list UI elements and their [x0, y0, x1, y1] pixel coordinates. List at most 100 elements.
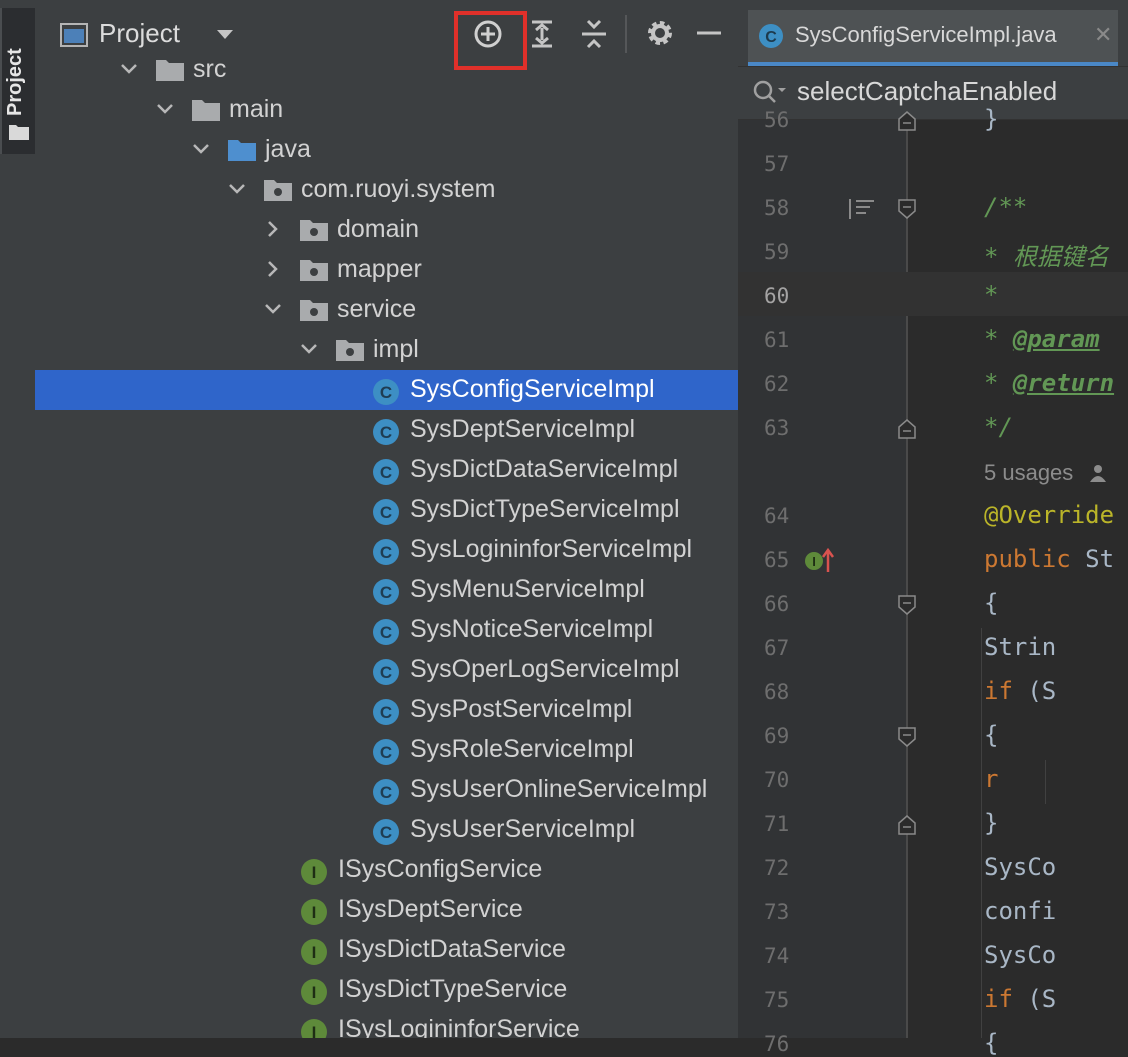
search-input[interactable]: selectCaptchaEnabled: [797, 76, 1057, 107]
tree-row[interactable]: main: [35, 90, 738, 130]
code-line: if (S: [984, 677, 1056, 705]
search-icon[interactable]: [752, 79, 788, 105]
code-token: r: [984, 765, 999, 793]
line-number: 74: [764, 944, 790, 968]
tree-row[interactable]: C SysDeptServiceImpl: [35, 410, 738, 450]
indent-guide: [1045, 760, 1046, 804]
fold-marker-icon[interactable]: [898, 815, 916, 835]
chevron-down-icon[interactable]: [192, 140, 210, 158]
class-icon: C: [373, 459, 399, 485]
tree-row[interactable]: impl: [35, 330, 738, 370]
line-number: 63: [764, 416, 790, 440]
package-icon: [336, 340, 364, 361]
select-opened-file-icon[interactable]: [472, 18, 504, 50]
tree-row[interactable]: C SysMenuServiceImpl: [35, 570, 738, 610]
tree-row[interactable]: C SysNoticeServiceImpl: [35, 610, 738, 650]
tree-item-label: impl: [373, 335, 419, 363]
chevron-right-icon[interactable]: [264, 260, 282, 278]
chevron-down-icon[interactable]: [156, 100, 174, 118]
svg-text:C: C: [380, 383, 392, 402]
tree-item-label: ISysDictDataService: [338, 935, 566, 963]
code-token: * 根据键名: [984, 243, 1109, 271]
code-token: {: [984, 589, 999, 617]
svg-text:C: C: [380, 423, 392, 442]
tree-row[interactable]: I ISysDeptService: [35, 890, 738, 930]
tree-row[interactable]: C SysConfigServiceImpl: [35, 370, 738, 410]
tree-row[interactable]: I ISysConfigService: [35, 850, 738, 890]
fold-marker-icon[interactable]: [898, 111, 916, 131]
fold-marker-icon[interactable]: [898, 419, 916, 439]
class-icon: C: [373, 579, 399, 605]
header-divider: [625, 15, 627, 53]
tree-row[interactable]: I ISysDictDataService: [35, 930, 738, 970]
collapse-all-icon[interactable]: [580, 18, 608, 50]
author-icon: [1090, 465, 1107, 482]
editor-pane: C SysConfigServiceImpl.java ✕ selectCapt…: [738, 0, 1128, 1057]
project-tool-window-tab[interactable]: Project: [0, 8, 35, 154]
implements-method-icon[interactable]: I: [804, 548, 834, 574]
code-line: }: [984, 105, 998, 133]
tree-row[interactable]: C SysLogininforServiceImpl: [35, 530, 738, 570]
code-line: confi: [984, 897, 1056, 925]
code-token: confi: [984, 897, 1057, 925]
folder-icon: [9, 125, 29, 140]
expand-all-icon[interactable]: [530, 18, 554, 50]
line-number: 62: [764, 372, 790, 396]
tree-row[interactable]: C SysDictTypeServiceImpl: [35, 490, 738, 530]
tree-row[interactable]: com.ruoyi.system: [35, 170, 738, 210]
chevron-down-icon[interactable]: [215, 28, 235, 42]
tree-row[interactable]: java: [35, 130, 738, 170]
fold-marker-icon[interactable]: [898, 595, 916, 615]
code-line: * @param: [984, 325, 1100, 353]
interface-icon: I: [301, 979, 327, 1005]
tree-row[interactable]: domain: [35, 210, 738, 250]
code-line: {: [984, 1029, 998, 1057]
tree-row[interactable]: I ISysDictTypeService: [35, 970, 738, 1010]
tree-item-label: ISysDictTypeService: [338, 975, 568, 1003]
tree-row[interactable]: I ISysLogininforService: [35, 1010, 738, 1038]
chevron-down-icon[interactable]: [228, 180, 246, 198]
fold-marker-icon[interactable]: [898, 199, 916, 219]
chevron-down-icon[interactable]: [264, 300, 282, 318]
svg-text:I: I: [312, 903, 317, 922]
minimize-icon[interactable]: [696, 18, 722, 48]
class-icon: C: [373, 739, 399, 765]
usages-hint[interactable]: 5 usages: [984, 458, 1109, 486]
code-token: }: [984, 809, 999, 837]
gear-icon[interactable]: [645, 18, 675, 48]
chevron-right-icon[interactable]: [264, 220, 282, 238]
project-tab-label: Project: [4, 48, 26, 116]
project-panel-title[interactable]: Project: [99, 18, 180, 49]
render-doc-icon[interactable]: [848, 198, 876, 220]
tree-row[interactable]: service: [35, 290, 738, 330]
line-number: 76: [764, 1032, 790, 1056]
fold-marker-icon[interactable]: [898, 727, 916, 747]
chevron-down-icon[interactable]: [120, 60, 138, 78]
tree-row[interactable]: src: [35, 50, 738, 90]
indent-guide: [981, 628, 982, 1038]
svg-text:C: C: [380, 623, 392, 642]
tree-item-label: SysPostServiceImpl: [410, 695, 633, 723]
tree-row[interactable]: C SysPostServiceImpl: [35, 690, 738, 730]
tree-row[interactable]: C SysRoleServiceImpl: [35, 730, 738, 770]
tree-row[interactable]: C SysUserOnlineServiceImpl: [35, 770, 738, 810]
tree-row[interactable]: mapper: [35, 250, 738, 290]
close-icon[interactable]: ✕: [1094, 22, 1112, 48]
editor-tab[interactable]: C SysConfigServiceImpl.java ✕: [748, 10, 1118, 66]
code-token: public: [984, 545, 1086, 573]
code-token: *: [984, 325, 1013, 353]
project-view-icon: [60, 23, 88, 47]
tree-row[interactable]: C SysOperLogServiceImpl: [35, 650, 738, 690]
code-line: /**: [984, 193, 1027, 221]
tree-item-label: SysMenuServiceImpl: [410, 575, 645, 603]
line-number: 66: [764, 592, 790, 616]
tree-item-label: ISysLogininforService: [338, 1015, 580, 1038]
tree-row[interactable]: C SysDictDataServiceImpl: [35, 450, 738, 490]
line-number: 73: [764, 900, 790, 924]
line-number: 59: [764, 240, 790, 264]
class-icon: C: [373, 699, 399, 725]
chevron-down-icon[interactable]: [300, 340, 318, 358]
svg-text:C: C: [380, 743, 392, 762]
tree-row[interactable]: C SysUserServiceImpl: [35, 810, 738, 850]
interface-icon: I: [301, 1019, 327, 1038]
